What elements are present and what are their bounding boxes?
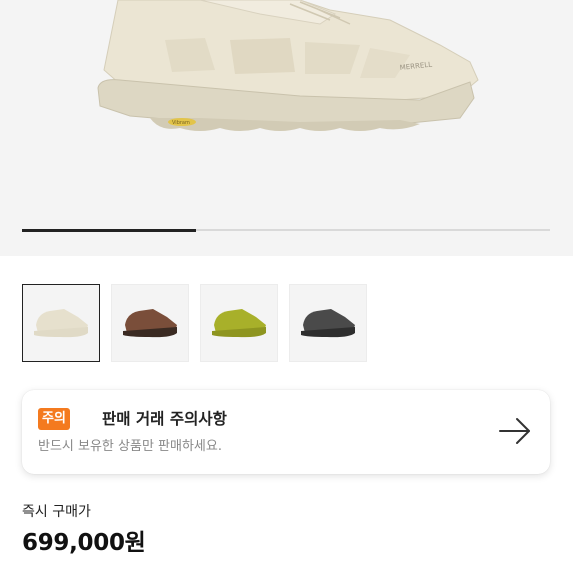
caution-badge: 주의 bbox=[38, 408, 70, 430]
notice-title: 판매 거래 주의사항 bbox=[102, 410, 227, 428]
product-hero-image[interactable]: MERRELL Vibram bbox=[0, 0, 573, 256]
color-thumbnail-2[interactable] bbox=[111, 284, 189, 362]
shoe-lime-icon bbox=[212, 309, 266, 338]
svg-text:Vibram: Vibram bbox=[172, 120, 190, 126]
color-thumbnail-4[interactable] bbox=[289, 284, 367, 362]
notice-subtitle: 반드시 보유한 상품만 판매하세요. bbox=[38, 439, 222, 454]
shoe-image: MERRELL Vibram bbox=[97, 0, 479, 131]
shoe-charcoal-icon bbox=[301, 309, 355, 338]
price-value: 699,000원 bbox=[22, 530, 146, 556]
shoe-brown-icon bbox=[123, 309, 177, 338]
color-thumbnail-list bbox=[22, 284, 367, 362]
price-label: 즉시 구매가 bbox=[22, 504, 91, 520]
color-thumbnail-3[interactable] bbox=[200, 284, 278, 362]
arrow-right-icon[interactable] bbox=[498, 417, 532, 445]
image-progress-track bbox=[22, 228, 550, 232]
color-thumbnail-1[interactable] bbox=[22, 284, 100, 362]
image-progress-fill bbox=[22, 228, 197, 232]
sell-notice-card[interactable]: 주의 판매 거래 주의사항 반드시 보유한 상품만 판매하세요. bbox=[22, 390, 550, 474]
shoe-cream-icon bbox=[34, 309, 88, 338]
